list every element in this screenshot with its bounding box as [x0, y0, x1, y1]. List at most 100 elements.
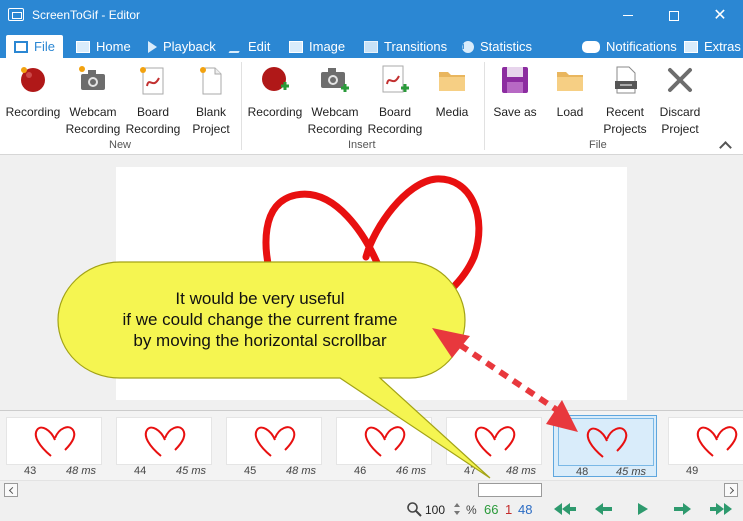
frame-item-selected[interactable]: 48 45 ms: [553, 415, 657, 478]
info-icon: i: [462, 40, 474, 53]
frame-thumbnail: [668, 417, 743, 465]
new-webcam-recording-button[interactable]: Webcam Recording: [64, 64, 122, 138]
insert-webcam-icon: [321, 68, 349, 92]
frame-duration: 48 ms: [66, 465, 96, 477]
record-icon: [21, 67, 45, 92]
first-frame-button[interactable]: [550, 500, 578, 518]
button-label: Load: [556, 105, 584, 119]
minimize-button[interactable]: [605, 0, 651, 31]
callout-text: It would be very useful if we could chan…: [80, 288, 440, 351]
tab-image[interactable]: Image: [281, 35, 353, 58]
frame-item[interactable]: 44 45 ms: [112, 415, 216, 477]
heart-thumbnail: [364, 426, 406, 457]
group-label-new: New: [109, 139, 132, 151]
discard-project-button[interactable]: Discard Project: [654, 64, 706, 138]
button-label: Webcam: [311, 105, 359, 119]
new-blank-project-button[interactable]: Blank Project: [184, 64, 238, 138]
discard-icon: [668, 68, 692, 92]
close-button[interactable]: ✕: [697, 0, 743, 31]
tab-home[interactable]: Home: [68, 35, 139, 58]
zoom-stepper[interactable]: [453, 501, 461, 517]
tab-label: Transitions: [384, 39, 448, 54]
load-folder-icon: [557, 72, 583, 91]
save-as-button[interactable]: Save as: [490, 64, 540, 121]
extras-button[interactable]: Extras: [676, 35, 743, 58]
button-label: Recording: [367, 122, 423, 136]
recent-projects-icon: [615, 66, 637, 94]
button-label: Recording: [125, 122, 181, 136]
insert-board-recording-button[interactable]: Board Recording: [366, 64, 424, 138]
tab-statistics[interactable]: i Statistics: [454, 35, 540, 58]
frame-item[interactable]: 49 47: [664, 415, 743, 477]
frame-item[interactable]: 43 48 ms: [2, 415, 106, 477]
insert-webcam-recording-button[interactable]: Webcam Recording: [306, 64, 364, 138]
maximize-button[interactable]: [651, 0, 697, 31]
tab-label: Statistics: [480, 39, 533, 54]
new-board-recording-button[interactable]: Board Recording: [124, 64, 182, 138]
zoom-level-value[interactable]: 100: [425, 503, 445, 517]
heart-thumbnail: [474, 426, 516, 457]
file-icon: [14, 40, 28, 53]
ribbon-tab-strip: File Home Playback Edit Image Transition…: [0, 31, 743, 58]
recent-projects-button[interactable]: Recent Projects: [598, 64, 652, 138]
heart-thumbnail: [586, 427, 628, 458]
frame-thumbnail: [6, 417, 102, 465]
toggle-icon: [582, 40, 600, 53]
insert-recording-button[interactable]: Recording: [246, 64, 304, 121]
tab-label: Playback: [163, 39, 216, 54]
current-frame-number: 48: [518, 502, 533, 517]
frame-duration: 46 ms: [396, 465, 426, 477]
load-button[interactable]: Load: [546, 64, 594, 121]
play-icon: [148, 40, 157, 53]
scroll-left-button[interactable]: [4, 483, 18, 497]
tab-playback[interactable]: Playback: [140, 35, 224, 58]
insert-record-icon: [262, 67, 289, 91]
heart-thumbnail: [34, 426, 76, 457]
scroll-right-button[interactable]: [724, 483, 738, 497]
button-label: Projects: [603, 122, 647, 136]
frame-duration: 45 ms: [176, 465, 206, 477]
filmstrip-horizontal-scrollbar[interactable]: [0, 480, 743, 498]
notifications-button[interactable]: Notifications: [574, 35, 685, 58]
frame-item[interactable]: 47 48 ms: [442, 415, 546, 477]
callout-line: by moving the horizontal scrollbar: [133, 331, 387, 350]
heart-thumbnail: [144, 426, 186, 457]
ribbon-divider: [241, 62, 242, 150]
button-label: Project: [661, 122, 699, 136]
frame-thumbnail: [226, 417, 322, 465]
button-label: Project: [192, 122, 230, 136]
extras-label: Extras: [704, 39, 741, 54]
frame-preview: [116, 167, 627, 400]
button-label: Recording: [65, 122, 121, 136]
frame-duration: 48 ms: [506, 465, 536, 477]
frame-duration: 45 ms: [616, 466, 646, 478]
frame-number: 45: [244, 465, 257, 477]
tab-label: File: [34, 39, 55, 54]
play-button[interactable]: [628, 500, 656, 518]
tab-edit[interactable]: Edit: [224, 35, 278, 58]
next-frame-button[interactable]: [668, 500, 696, 518]
tab-file[interactable]: File: [6, 35, 63, 58]
heart-thumbnail: [696, 426, 738, 457]
collapse-ribbon-icon[interactable]: [718, 138, 732, 152]
frame-item[interactable]: 46 46 ms: [332, 415, 436, 477]
scrollbar-thumb[interactable]: [478, 483, 542, 497]
last-frame-button[interactable]: [708, 500, 736, 518]
callout-line: if we could change the current frame: [122, 310, 398, 329]
group-label-insert: Insert: [348, 139, 376, 151]
new-recording-button[interactable]: Recording: [4, 64, 62, 121]
frame-item[interactable]: 45 48 ms: [222, 415, 326, 477]
frame-thumbnail: [116, 417, 212, 465]
zoom-unit: %: [466, 503, 477, 517]
home-icon: [76, 40, 90, 53]
tab-transitions[interactable]: Transitions: [356, 35, 455, 58]
blank-project-icon: [200, 67, 222, 95]
magnifier-icon: [407, 502, 422, 517]
notifications-label: Notifications: [606, 39, 677, 54]
button-label: Recording: [247, 105, 303, 119]
callout-line: It would be very useful: [175, 289, 345, 308]
insert-media-button[interactable]: Media: [428, 64, 476, 121]
previous-frame-button[interactable]: [590, 500, 618, 518]
button-label: Discard: [659, 105, 701, 119]
insert-board-icon: [382, 65, 409, 93]
